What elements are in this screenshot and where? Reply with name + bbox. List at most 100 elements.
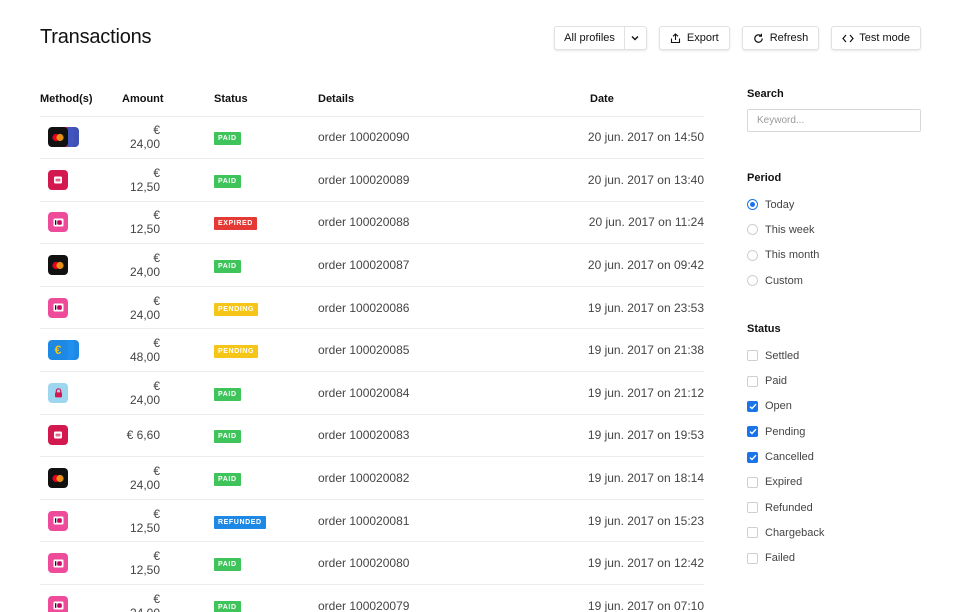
ideal-icon	[48, 595, 68, 612]
table-row[interactable]: € 24,00PAID order 10002007919 jun. 2017 o…	[40, 584, 704, 612]
amount-cell: € 24,00	[122, 456, 214, 500]
status-option-label: Expired	[765, 476, 803, 489]
mastercard-icon	[48, 255, 68, 276]
method-cell	[40, 371, 122, 415]
table-row[interactable]: € 12,50 EXPIRED order 100020088 20 jun. 201…	[40, 201, 704, 245]
mastercard-icon	[48, 127, 68, 148]
table-row[interactable]: € 12,50 PAID order 100020080 19 jun. 2017 o…	[40, 541, 704, 586]
checkbox[interactable]	[747, 451, 758, 463]
export-button[interactable]: Export	[658, 26, 730, 50]
status-option-failed[interactable]: Failed	[747, 546, 921, 571]
euro-icon: €	[48, 340, 68, 361]
status-badge: PENDING	[214, 345, 259, 359]
status-option-refunded[interactable]: Refunded	[747, 495, 921, 520]
header-date[interactable]: Date	[538, 80, 704, 117]
status-option-label: Pending	[765, 425, 806, 438]
ideal-icon	[48, 553, 68, 574]
table-row[interactable]: € 24,00 PAID order 100020087 20 jun. 2017 o…	[40, 243, 704, 287]
table-row[interactable]: € 12,50 REFUNDED order 100020081 19 jun. 20…	[40, 499, 704, 543]
status-option-chargeback[interactable]: Chargeback	[747, 520, 921, 545]
checkbox[interactable]	[747, 476, 758, 488]
status-cell: PAID	[214, 541, 318, 586]
details-cell: order 100020085	[318, 328, 538, 373]
status-cell: REFUNDED	[214, 499, 318, 543]
checkbox[interactable]	[747, 552, 758, 564]
test-mode-button[interactable]: Test mode	[831, 26, 921, 50]
method-cell	[40, 456, 122, 500]
export-label: Export	[686, 32, 719, 44]
search-input[interactable]	[747, 109, 921, 132]
date-cell: 19 jun. 2017 on 18:14	[538, 456, 704, 500]
period-option-this-month[interactable]: This month	[747, 243, 921, 268]
table-row[interactable]: € 24,00 PAID order 100020084 19 jun. 2017 o…	[40, 371, 704, 415]
status-cell: PAID	[214, 584, 318, 612]
bank-transfer-icon	[48, 425, 68, 446]
radio-button[interactable]	[747, 275, 758, 287]
checkbox[interactable]	[747, 527, 758, 539]
status-option-label: Open	[765, 400, 792, 413]
header-amount[interactable]: Amount	[122, 80, 214, 117]
radio-button[interactable]	[747, 224, 758, 236]
table-row[interactable]: € 24,00 PENDING order 100020086 19 jun. 201…	[40, 286, 704, 330]
checkbox[interactable]	[747, 350, 758, 362]
header-status[interactable]: Status	[214, 80, 318, 117]
status-option-open[interactable]: Open	[747, 394, 921, 419]
transactions-body: € 24,00 PAID order 100020090 20 jun. 2017 o…	[40, 116, 704, 612]
method-cell	[40, 584, 122, 612]
method-icons	[48, 553, 88, 574]
bank-transfer-icon	[48, 169, 68, 190]
amount-cell: € 12,50	[122, 499, 214, 543]
status-badge: PAID	[214, 473, 241, 487]
status-option-cancelled[interactable]: Cancelled	[747, 444, 921, 469]
method-cell	[40, 116, 122, 160]
code-icon	[842, 32, 855, 44]
status-cell: EXPIRED	[214, 201, 318, 245]
header-details[interactable]: Details	[318, 80, 538, 117]
period-option-custom[interactable]: Custom	[747, 268, 921, 293]
lock-icon	[48, 382, 68, 403]
status-cell: PENDING	[214, 286, 318, 330]
checkbox[interactable]	[747, 426, 758, 438]
table-row[interactable]: € 12,50 PAID order 100020089 20 jun. 2017 o…	[40, 158, 704, 202]
period-option-today[interactable]: Today	[747, 192, 921, 217]
chevron-down-icon[interactable]	[623, 27, 646, 49]
status-badge: PENDING	[214, 302, 259, 316]
details-cell: order 100020080	[318, 541, 538, 586]
amount-cell: € 24,00	[122, 286, 214, 330]
table-row[interactable]: € 24,00 PAID order 100020082 19 jun. 2017 o…	[40, 456, 704, 500]
checkbox[interactable]	[747, 502, 758, 514]
status-cell: PAID	[214, 456, 318, 500]
amount-cell: € 6,60	[122, 414, 214, 458]
status-option-settled[interactable]: Settled	[747, 343, 921, 368]
date-cell: 20 jun. 2017 on 11:24	[538, 201, 704, 245]
status-option-expired[interactable]: Expired	[747, 470, 921, 495]
details-cell: order 100020089	[318, 158, 538, 202]
table-row[interactable]: € € 48,00 PENDING order 100020085 19 jun. 20…	[40, 328, 704, 373]
table-row[interactable]: € 24,00 PAID order 100020090 20 jun. 2017 o…	[40, 116, 704, 160]
method-icons	[48, 425, 88, 446]
period-option-this-week[interactable]: This week	[747, 217, 921, 242]
profiles-dropdown-label[interactable]: All profiles	[555, 27, 624, 49]
radio-button[interactable]	[747, 199, 758, 211]
amount-cell: € 24,00	[122, 116, 214, 160]
date-cell: 19 jun. 2017 on 19:53	[538, 414, 704, 458]
table-row[interactable]: € 6,60 PAID order 100020083 19 jun. 2017 on…	[40, 414, 704, 458]
refresh-button[interactable]: Refresh	[741, 26, 820, 50]
status-badge: EXPIRED	[214, 217, 257, 231]
status-option-paid[interactable]: Paid	[747, 368, 921, 393]
status-badge: PAID	[214, 387, 241, 401]
header-method[interactable]: Method(s)	[40, 80, 122, 117]
status-option-pending[interactable]: Pending	[747, 419, 921, 444]
radio-button[interactable]	[747, 249, 758, 261]
date-cell: 20 jun. 2017 on 09:42	[538, 243, 704, 287]
status-heading: Status	[747, 323, 781, 336]
checkbox[interactable]	[747, 375, 758, 387]
details-cell: order 100020090	[318, 116, 538, 160]
status-options: Settled Paid Open Pending Cancelled Expired Re…	[747, 343, 921, 571]
amount-cell: € 24,00	[122, 371, 214, 415]
checkbox[interactable]	[747, 400, 758, 412]
status-option-label: Chargeback	[765, 526, 825, 539]
status-option-label: Cancelled	[765, 451, 814, 464]
table-header-row: Method(s) Amount Status Details Date	[40, 80, 704, 117]
profiles-dropdown[interactable]: All profiles	[554, 26, 647, 50]
